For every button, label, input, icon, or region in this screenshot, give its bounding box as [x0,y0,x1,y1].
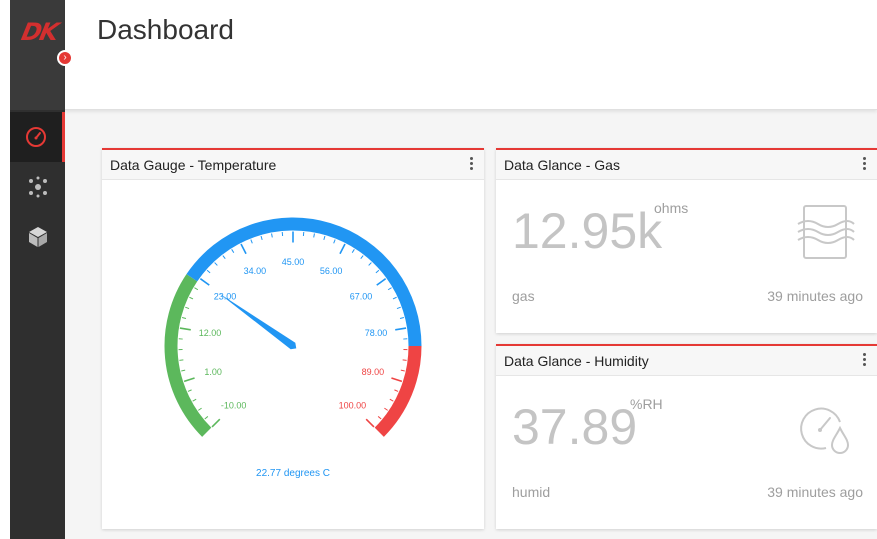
gauge-minor-tick [368,262,372,266]
gauge-caption: 22.77 degrees C [256,468,330,479]
gauge-major-tick [339,243,346,255]
gauge-minor-tick [181,369,186,372]
card-title: Data Gauge - Temperature [110,157,277,173]
glance-feed-name: humid [512,484,551,500]
gauge-minor-tick [181,317,187,320]
gauge-minor-tick [179,359,184,361]
glance-unit: %RH [630,396,663,412]
gauge-minor-tick [384,407,388,411]
card-header: Data Glance - Gas [496,150,877,180]
gauge-tick-label: 89.00 [362,367,385,377]
glance-timestamp: 39 minutes ago [767,484,863,500]
glance-timestamp: 39 minutes ago [767,288,863,304]
gauge-minor-tick [271,233,273,238]
gauge-minor-tick [260,235,263,241]
app-logo[interactable]: DK [19,18,59,46]
gauge-tick-label: 67.00 [350,292,373,302]
card-title: Data Glance - Gas [504,157,620,173]
card-header: Data Glance - Humidity [496,346,877,376]
sidebar-item-dashboard[interactable] [10,112,65,162]
glance-value: 12.95k [512,203,663,259]
humidity-glance-card: Data Glance - Humidity 37.89 %RH humid 3… [496,344,877,529]
more-vert-icon[interactable] [466,155,476,175]
temperature-gauge: -10.00 1.00 12.00 23.00 34.00 45.00 56.00 67.00… [164,217,422,437]
gauge-minor-tick [189,296,194,300]
gauge-minor-tick [402,359,407,361]
gas-glance-card: Data Glance - Gas 12.95k ohms gas 39 min… [496,148,877,333]
gauge-minor-tick [198,407,202,411]
card-header: Data Gauge - Temperature [102,150,484,180]
gauge-minor-tick [394,389,399,392]
gauge-major-tick [179,327,191,331]
gauge-minor-tick [396,306,401,310]
glance-unit: ohms [654,200,689,216]
page-title: Dashboard [97,14,234,45]
glance-value: 37.89 [512,399,638,455]
gauge-major-tick [211,418,221,428]
network-nodes-icon [28,176,47,198]
gauge-tick-label: 56.00 [320,266,343,276]
sidebar-item-blocks[interactable] [10,212,65,262]
gas-waves-icon [797,205,855,259]
gauge-minor-tick [351,249,355,253]
dashboard-gauge-icon [26,127,46,147]
cube-icon [28,227,47,247]
gauge-minor-tick [250,239,253,244]
sidebar-item-devices[interactable] [10,162,65,212]
sidebar-collapse-button[interactable]: › [57,50,73,66]
gauge-tick-label: 1.00 [204,367,222,377]
gauge-tick-label: 78.00 [365,328,388,338]
more-vert-icon[interactable] [859,155,869,175]
card-title: Data Glance - Humidity [504,353,649,369]
glance-feed-name: gas [512,288,535,304]
gauge-minor-tick [204,416,209,420]
gauge-needle [218,292,297,350]
gauge-tick-label: 100.00 [339,400,367,410]
page-header: Dashboard [65,0,877,110]
gauge-tick-label: 45.00 [282,257,305,267]
gauge-major-tick [376,278,387,286]
gauge-minor-tick [313,233,315,238]
gauge-minor-tick [194,287,199,291]
gauge-minor-tick [214,262,218,266]
gauge-minor-tick [400,369,405,372]
gauge-major-tick [199,278,210,286]
gauge-minor-tick [360,255,364,259]
gauge-tick-label: -10.00 [221,400,247,410]
gauge-minor-tick [333,239,336,244]
gauge-minor-tick [389,398,394,402]
gauge-minor-tick [192,398,197,402]
gauge-card: Data Gauge - Temperature -10.00 1.00 12.00… [102,148,484,529]
more-vert-icon[interactable] [859,351,869,371]
gauge-minor-tick [323,235,326,241]
gauge-minor-tick [387,287,392,291]
gauge-tick-label: 34.00 [244,266,267,276]
gauge-arc-low [164,274,212,437]
gauge-minor-tick [185,306,190,310]
gauge-minor-tick [206,269,211,274]
gauge-minor-tick [392,296,397,300]
gauge-tick-label: 12.00 [199,328,222,338]
humidity-gauge-icon [800,407,850,454]
chevron-right-icon: › [63,52,67,63]
gauge-major-tick [391,377,403,383]
gauge-major-tick [240,243,247,255]
gauge-major-tick [395,327,407,331]
gauge-arc-high [374,345,422,437]
gauge-major-tick [365,418,375,428]
gauge-minor-tick [375,269,380,274]
gauge-minor-tick [187,389,192,392]
gauge-major-tick [183,377,195,383]
gauge-minor-tick [231,249,235,253]
gauge-minor-tick [222,255,226,259]
gauge-minor-tick [377,416,382,420]
gauge-tick-label: 23.00 [214,292,237,302]
gauge-minor-tick [399,317,405,320]
